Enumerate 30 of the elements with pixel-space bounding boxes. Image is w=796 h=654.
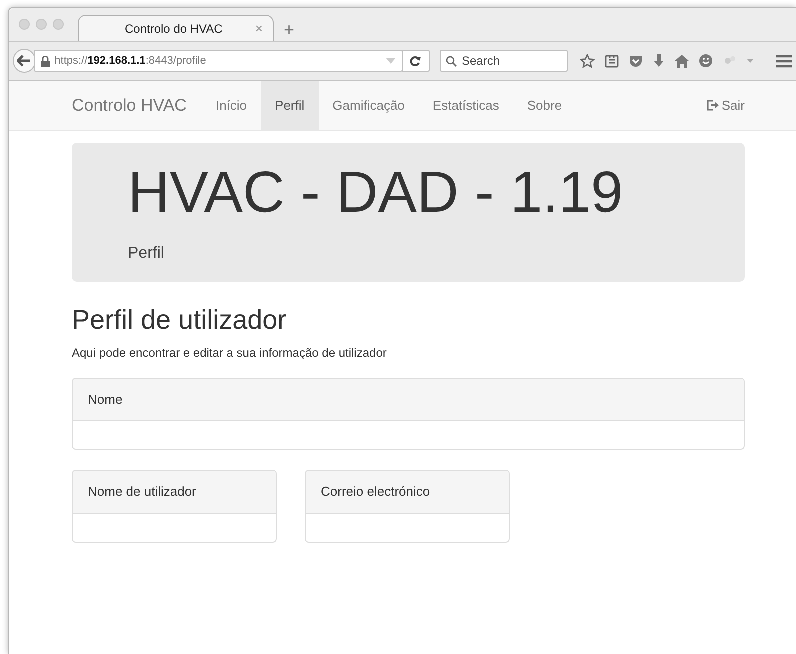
- brand-link[interactable]: Controlo HVAC: [72, 81, 202, 130]
- reload-icon: [410, 56, 422, 66]
- logout-icon: [706, 100, 719, 111]
- nav-link[interactable]: Sobre: [513, 81, 576, 130]
- menu-icon[interactable]: [776, 54, 792, 68]
- address-bar[interactable]: https://192.168.1.1:8443/profile: [34, 50, 403, 72]
- panel-heading: Correio electrónico: [306, 471, 509, 514]
- section-heading: Perfil de utilizador: [72, 304, 288, 336]
- new-tab-button[interactable]: +: [284, 21, 295, 39]
- close-tab-button[interactable]: ×: [255, 18, 263, 38]
- panel-heading: Nome: [73, 378, 744, 422]
- logout-link[interactable]: Sair: [706, 81, 745, 130]
- nav-link[interactable]: Gamificação: [318, 81, 419, 130]
- page-title: HVAC - DAD - 1.19: [128, 159, 624, 227]
- nav-link[interactable]: Estatísticas: [418, 81, 514, 130]
- reload-button[interactable]: [402, 50, 430, 72]
- section-description: Aqui pode encontrar e editar a sua informação de utilizador: [72, 344, 388, 362]
- search-field[interactable]: Search: [440, 50, 568, 72]
- back-button[interactable]: [13, 49, 36, 73]
- page-subtitle: Perfil: [128, 244, 166, 264]
- home-icon[interactable]: [674, 54, 689, 68]
- nav-link[interactable]: Início: [202, 81, 262, 130]
- browser-tab[interactable]: Controlo do HVAC ×: [78, 15, 274, 41]
- panel-heading: Nome de utilizador: [73, 471, 276, 514]
- download-icon[interactable]: [652, 54, 665, 68]
- back-arrow-icon: [17, 55, 32, 67]
- reading-list-icon[interactable]: [604, 54, 619, 68]
- lock-icon: [40, 56, 50, 66]
- nav-link[interactable]: Perfil: [261, 81, 319, 130]
- star-icon[interactable]: [580, 54, 595, 68]
